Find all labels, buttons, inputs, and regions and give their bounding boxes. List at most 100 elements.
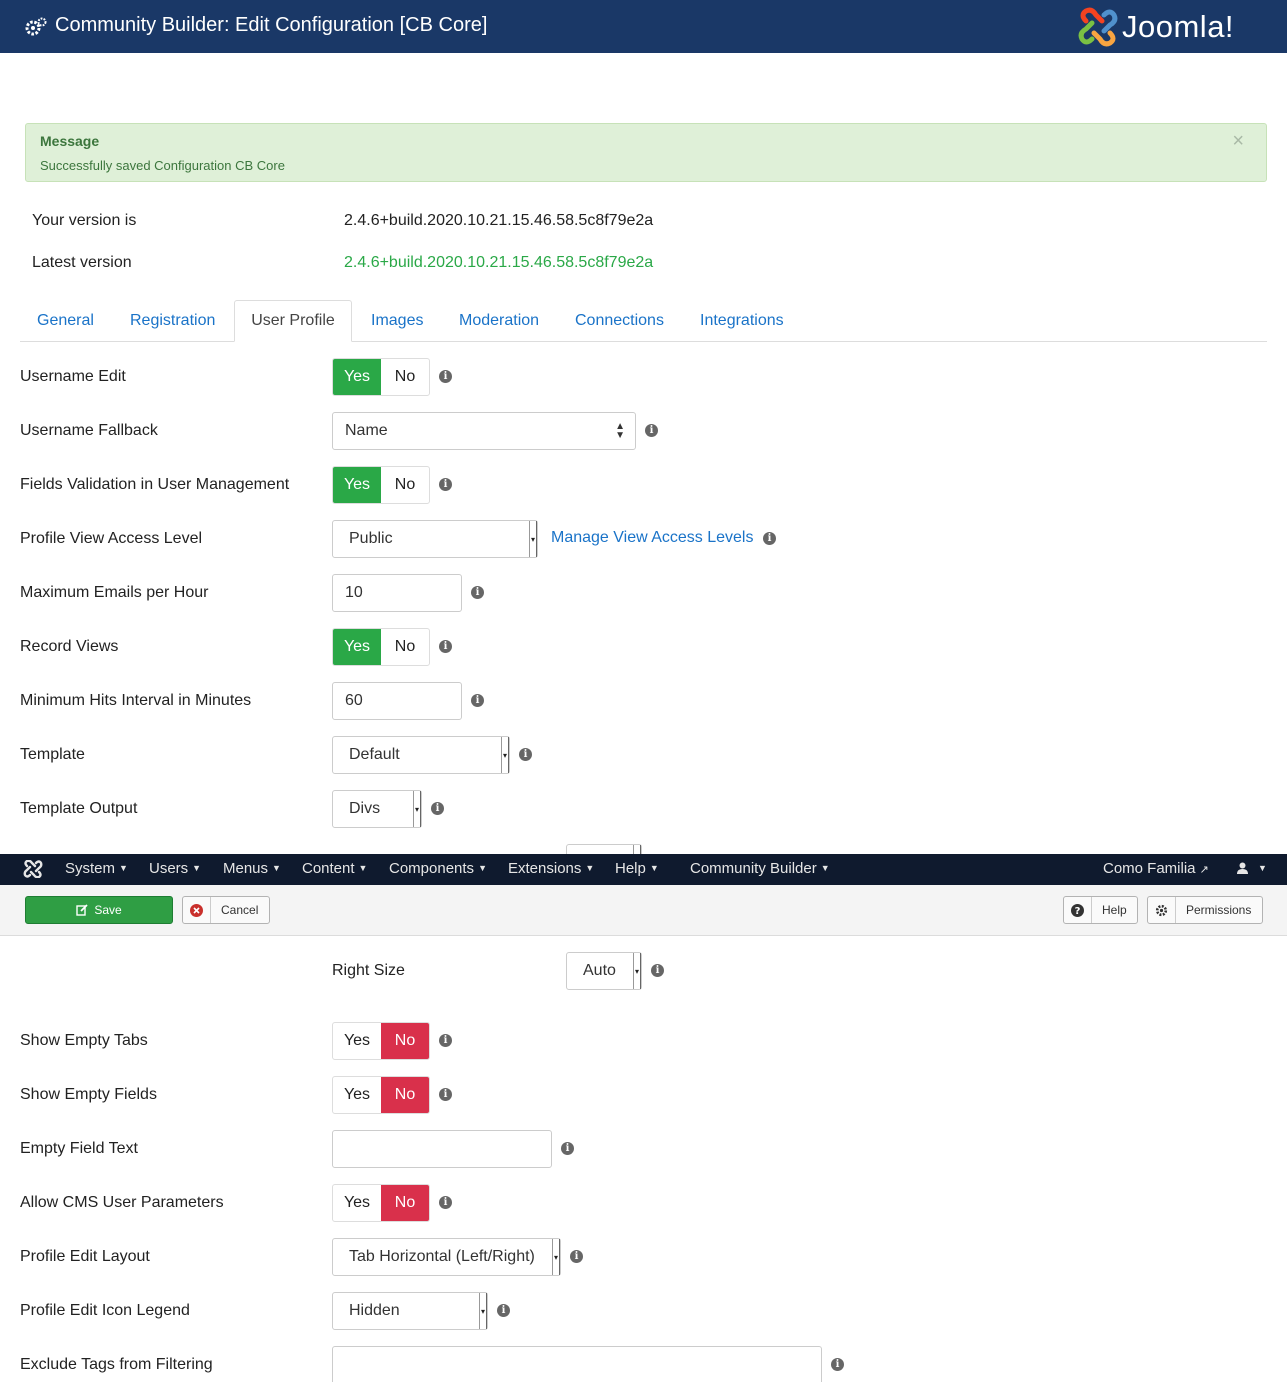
manage-view-access-link[interactable]: Manage View Access Levels	[551, 529, 753, 547]
nav-system[interactable]: System ▼	[65, 860, 128, 877]
nav-site-link[interactable]: Como Familia ↗	[1103, 860, 1209, 877]
yes-option[interactable]: Yes	[333, 359, 381, 395]
no-option[interactable]: No	[381, 1185, 429, 1221]
template-select[interactable]: Default ▾	[332, 736, 510, 774]
joomla-logo: Joomla!	[1078, 6, 1234, 48]
joomla-wordmark: Joomla!	[1122, 9, 1235, 44]
joomla-icon[interactable]	[23, 860, 43, 878]
info-icon[interactable]: i	[439, 1034, 452, 1047]
profile-view-access-select[interactable]: Public ▾	[332, 520, 538, 558]
yes-option[interactable]: Yes	[333, 1023, 381, 1059]
select-value: Default	[349, 746, 400, 763]
no-option[interactable]: No	[381, 1077, 429, 1113]
info-icon[interactable]: i	[561, 1142, 574, 1155]
tab-moderation[interactable]: Moderation	[459, 312, 539, 330]
your-version-label: Your version is	[32, 212, 137, 229]
page-header: Community Builder: Edit Configuration [C…	[0, 0, 1287, 53]
info-icon[interactable]: i	[471, 694, 484, 707]
info-icon[interactable]: i	[519, 748, 532, 761]
max-emails-input[interactable]: 10	[332, 574, 462, 612]
cancel-icon	[183, 897, 211, 923]
permissions-button[interactable]: Permissions	[1147, 896, 1263, 924]
info-icon[interactable]: i	[431, 802, 444, 815]
tab-registration[interactable]: Registration	[130, 312, 215, 330]
record-views-toggle: Yes No	[332, 628, 430, 666]
nav-users[interactable]: Users ▼	[149, 860, 201, 877]
no-option[interactable]: No	[381, 629, 429, 665]
profile-edit-icon-select[interactable]: Hidden ▾	[332, 1292, 488, 1330]
info-icon[interactable]: i	[570, 1250, 583, 1263]
nav-menus[interactable]: Menus ▼	[223, 860, 281, 877]
template-output-label: Template Output	[20, 800, 138, 817]
tab-images[interactable]: Images	[371, 312, 423, 330]
nav-components[interactable]: Components ▼	[389, 860, 487, 877]
allow-cms-params-label: Allow CMS User Parameters	[20, 1194, 224, 1211]
info-icon[interactable]: i	[497, 1304, 510, 1317]
svg-text:?: ?	[1075, 906, 1081, 917]
question-icon: ?	[1064, 897, 1092, 923]
empty-field-text-input[interactable]	[332, 1130, 552, 1168]
yes-option[interactable]: Yes	[333, 1077, 381, 1113]
record-views-label: Record Views	[20, 638, 119, 655]
info-icon[interactable]: i	[439, 1196, 452, 1209]
nav-extensions[interactable]: Extensions ▼	[508, 860, 594, 877]
template-output-select[interactable]: Divs ▾	[332, 790, 422, 828]
right-size-select[interactable]: Auto ▾	[566, 952, 642, 990]
exclude-tags-label: Exclude Tags from Filtering	[20, 1356, 213, 1373]
tab-user-profile[interactable]: User Profile	[234, 300, 352, 342]
show-empty-tabs-label: Show Empty Tabs	[20, 1032, 148, 1049]
info-icon[interactable]: i	[439, 370, 452, 383]
caret-down-icon: ▼	[358, 863, 368, 873]
message-text: Successfully saved Configuration CB Core	[40, 158, 285, 173]
edit-icon	[76, 904, 88, 916]
tab-integrations[interactable]: Integrations	[700, 312, 784, 330]
info-icon[interactable]: i	[763, 532, 776, 545]
nav-content[interactable]: Content ▼	[302, 860, 367, 877]
username-edit-label: Username Edit	[20, 368, 126, 385]
tab-connections[interactable]: Connections	[575, 312, 664, 330]
nav-community-builder[interactable]: Community Builder ▼	[690, 860, 830, 877]
latest-version-value: 2.4.6+build.2020.10.21.15.46.58.5c8f79e2…	[344, 254, 654, 271]
close-icon[interactable]: ×	[1232, 130, 1244, 153]
nav-user-menu[interactable]: ▼	[1237, 860, 1267, 877]
select-value: Auto	[583, 962, 616, 979]
yes-option[interactable]: Yes	[333, 1185, 381, 1221]
success-message: Message Successfully saved Configuration…	[25, 123, 1267, 182]
tab-general[interactable]: General	[37, 312, 94, 330]
nav-help[interactable]: Help ▼	[615, 860, 659, 877]
select-value: Divs	[349, 800, 381, 817]
admin-navbar: System ▼ Users ▼ Menus ▼ Content ▼ Component…	[0, 854, 1287, 885]
fields-validation-toggle: Yes No	[332, 466, 430, 504]
sort-arrows-icon: ▲ ▼	[615, 421, 625, 441]
username-fallback-select[interactable]: Name ▲ ▼	[332, 412, 636, 450]
info-icon[interactable]: i	[439, 478, 452, 491]
show-empty-fields-label: Show Empty Fields	[20, 1086, 157, 1103]
profile-view-access-label: Profile View Access Level	[20, 530, 203, 547]
chevron-down-icon: ▾	[633, 953, 641, 989]
min-hits-input[interactable]: 60	[332, 682, 462, 720]
info-icon[interactable]: i	[471, 586, 484, 599]
cancel-button[interactable]: Cancel	[182, 896, 270, 924]
help-button[interactable]: ? Help	[1063, 896, 1138, 924]
external-link-icon: ↗	[1199, 864, 1209, 876]
page-title: Community Builder: Edit Configuration [C…	[55, 14, 488, 36]
yes-option[interactable]: Yes	[333, 629, 381, 665]
info-icon[interactable]: i	[831, 1358, 844, 1371]
select-value: Name	[345, 422, 388, 439]
username-edit-toggle: Yes No	[332, 358, 430, 396]
no-option[interactable]: No	[381, 359, 429, 395]
no-option[interactable]: No	[381, 467, 429, 503]
caret-down-icon: ▼	[272, 863, 281, 873]
joomla-mark-icon	[1078, 7, 1118, 47]
select-value: Public	[349, 530, 393, 547]
save-button[interactable]: Save	[25, 896, 173, 924]
info-icon[interactable]: i	[651, 964, 664, 977]
username-fallback-label: Username Fallback	[20, 422, 158, 439]
no-option[interactable]: No	[381, 1023, 429, 1059]
profile-edit-layout-select[interactable]: Tab Horizontal (Left/Right) ▾	[332, 1238, 561, 1276]
exclude-tags-textarea[interactable]	[332, 1346, 822, 1382]
info-icon[interactable]: i	[645, 424, 658, 437]
info-icon[interactable]: i	[439, 640, 452, 653]
yes-option[interactable]: Yes	[333, 467, 381, 503]
info-icon[interactable]: i	[439, 1088, 452, 1101]
